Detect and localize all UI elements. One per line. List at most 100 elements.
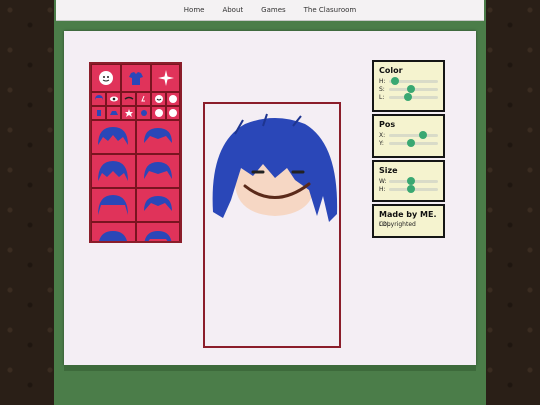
category-hair[interactable] [91, 92, 106, 106]
nav-games-link[interactable]: Games [261, 6, 286, 14]
round-face-icon [169, 109, 177, 117]
hair-style-icon [143, 128, 172, 143]
hair-style-icon [144, 231, 172, 241]
position-panel: Pos X: Y: [372, 114, 445, 158]
color-panel: Color H: S: L: [372, 60, 445, 112]
category-clothing[interactable] [121, 64, 151, 92]
category-accessory-1[interactable] [91, 106, 106, 120]
slider-knob[interactable] [419, 131, 428, 139]
hue-label: H: [379, 77, 386, 85]
height-label: H: [379, 185, 386, 193]
hat-icon [109, 111, 118, 115]
nav-clasuroom-link[interactable]: The Clasuroom [304, 6, 357, 14]
category-accessory-6[interactable] [166, 106, 180, 120]
x-label: X: [379, 131, 386, 139]
category-head[interactable] [166, 92, 180, 106]
asset-palette[interactable] [89, 62, 182, 243]
slider-knob[interactable] [407, 139, 416, 147]
height-slider[interactable] [389, 185, 438, 193]
slider-knob[interactable] [407, 185, 416, 193]
hair-swatch[interactable] [91, 120, 136, 154]
hair-swatch-row [91, 154, 180, 188]
category-accessory-5[interactable] [151, 106, 166, 120]
hair-swatch[interactable] [135, 188, 180, 222]
palette-category-row-1 [91, 64, 180, 92]
height-slider-row: H: [379, 185, 438, 193]
x-slider-row: X: [379, 131, 438, 139]
width-label: W: [379, 177, 387, 185]
star-icon [124, 109, 133, 117]
slider-knob[interactable] [407, 177, 416, 185]
width-slider[interactable] [389, 177, 438, 185]
slider-knob[interactable] [407, 85, 416, 93]
hair-style-icon [98, 195, 129, 215]
y-label: Y: [379, 139, 384, 147]
slider-knob[interactable] [403, 93, 412, 101]
credits-line-2: LOL [379, 221, 391, 228]
y-position-slider[interactable] [389, 139, 438, 147]
saturation-slider-row: S: [379, 85, 438, 93]
hair-swatch-row [91, 188, 180, 222]
eye-icon [109, 96, 118, 102]
head-icon [169, 95, 177, 103]
hair-swatch-row [91, 222, 180, 241]
hair-style-icon [98, 127, 129, 145]
position-panel-title: Pos [379, 120, 396, 129]
category-effects[interactable] [151, 64, 180, 92]
color-panel-title: Color [379, 66, 403, 75]
palette-category-row-2 [91, 92, 180, 106]
saturation-label: S: [379, 85, 385, 93]
top-nav: Home About Games The Clasuroom [56, 0, 484, 21]
category-brows[interactable] [121, 92, 136, 106]
credits-text: Copyrighted LOL [379, 221, 438, 229]
face-icon [99, 71, 113, 85]
saturation-slider[interactable] [389, 85, 438, 93]
category-nose[interactable] [136, 92, 151, 106]
width-slider-row: W: [379, 177, 438, 185]
lightness-slider[interactable] [389, 93, 438, 101]
nav-home-link[interactable]: Home [184, 6, 205, 14]
hair-swatch[interactable] [91, 222, 136, 241]
category-accessory-4[interactable] [136, 106, 151, 120]
hair-swatch-row [91, 120, 180, 154]
figure-icon [96, 110, 101, 116]
x-position-slider[interactable] [389, 131, 438, 139]
hue-slider[interactable] [389, 77, 438, 85]
hair-icon [94, 95, 103, 100]
hair-style-icon [143, 162, 172, 179]
size-panel: Size W: H: [372, 160, 445, 202]
lightness-slider-row: L: [379, 93, 438, 101]
blob-icon [140, 110, 147, 116]
hair-swatch[interactable] [91, 188, 136, 222]
lightness-label: L: [379, 93, 385, 101]
round-face-icon [154, 109, 163, 117]
brow-icon [124, 96, 133, 100]
sparkle-icon [157, 70, 174, 86]
nose-icon [140, 95, 145, 102]
y-slider-row: Y: [379, 139, 438, 147]
hair-style-icon [99, 231, 128, 241]
category-eyes[interactable] [106, 92, 121, 106]
hair-style-icon [143, 196, 172, 211]
credits-title: Made by ME. [379, 210, 437, 219]
hue-slider-row: H: [379, 77, 438, 85]
hair-swatch[interactable] [135, 120, 180, 154]
mouth-icon [154, 95, 163, 103]
category-mouth[interactable] [151, 92, 166, 106]
character-preview [212, 113, 338, 222]
palette-category-row-3 [91, 106, 180, 120]
hair-swatch[interactable] [135, 222, 180, 241]
credits-panel: Made by ME. Copyrighted LOL [372, 204, 445, 238]
size-panel-title: Size [379, 166, 398, 175]
category-face[interactable] [91, 64, 121, 92]
sheet-shadow [64, 365, 476, 371]
character-canvas[interactable] [203, 102, 341, 348]
hair-swatch[interactable] [135, 154, 180, 188]
shirt-icon [129, 72, 143, 85]
category-accessory-3[interactable] [121, 106, 136, 120]
nav-about-link[interactable]: About [222, 6, 243, 14]
hair-style-icon [98, 161, 129, 181]
hair-swatch[interactable] [91, 154, 136, 188]
category-accessory-2[interactable] [106, 106, 121, 120]
slider-knob[interactable] [390, 77, 399, 85]
